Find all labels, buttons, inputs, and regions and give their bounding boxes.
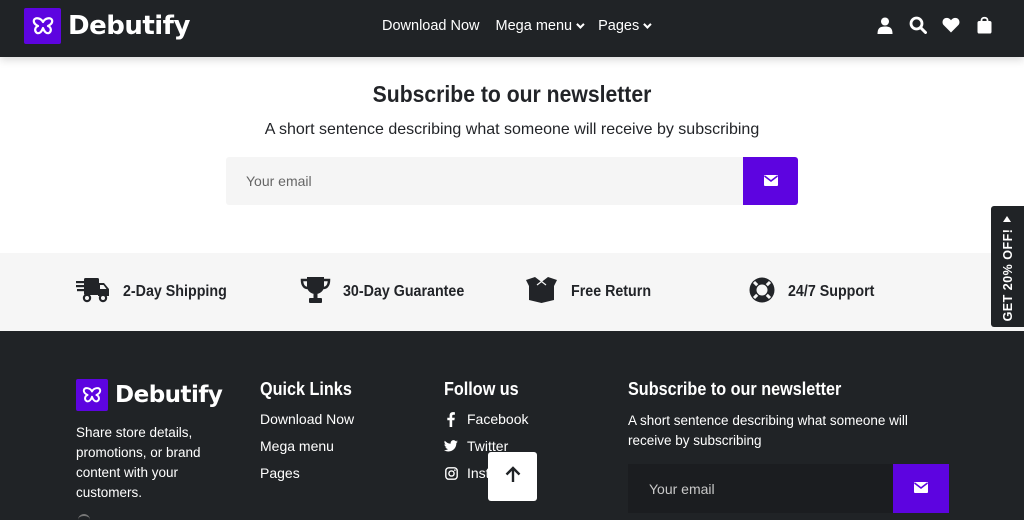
user-icon[interactable]	[875, 14, 895, 36]
search-icon[interactable]	[908, 14, 928, 36]
envelope-icon	[763, 174, 778, 189]
nav-label: Download Now	[382, 18, 480, 34]
features-bar: 2-Day Shipping 30-Day Guarantee Free Ret…	[0, 253, 1024, 331]
twitter-icon	[444, 440, 458, 452]
butterfly-logo-icon	[76, 379, 108, 411]
footer-newsletter-subtitle: A short sentence describing what someone…	[628, 413, 908, 448]
footer-newsletter-title: Subscribe to our newsletter	[628, 379, 842, 399]
instagram-icon	[444, 466, 458, 480]
caret-up-icon	[1003, 216, 1011, 222]
footer-link-download-now[interactable]: Download Now	[260, 411, 354, 427]
facebook-icon	[444, 411, 458, 427]
heart-icon[interactable]	[941, 14, 961, 36]
nav-mega-menu[interactable]: Mega menu	[495, 18, 585, 34]
butterfly-logo-icon	[24, 8, 61, 44]
open-box-icon	[524, 276, 559, 308]
email-input[interactable]	[226, 157, 743, 205]
chevron-down-icon	[643, 20, 652, 29]
footer-description: Share store details, promotions, or bran…	[76, 425, 201, 500]
brand-logo[interactable]: Debutify	[24, 8, 190, 44]
subscribe-button[interactable]	[743, 157, 798, 205]
footer-email-input[interactable]	[628, 464, 893, 513]
footer-brand-name: Debutify	[115, 382, 223, 408]
social-link-facebook[interactable]: Facebook	[444, 411, 528, 427]
back-to-top-button[interactable]	[488, 452, 537, 501]
brand-name: Debutify	[68, 11, 190, 41]
envelope-icon	[914, 481, 928, 496]
quick-links-title: Quick Links	[260, 379, 352, 399]
social-label: Facebook	[467, 411, 529, 427]
feature-support: 24/7 Support	[748, 276, 882, 308]
feature-shipping: 2-Day Shipping	[76, 276, 236, 308]
page: Debutify Download Now Mega menu Pages Su…	[0, 0, 1024, 520]
truck-icon	[76, 276, 111, 308]
discount-side-tab[interactable]: GET 20% OFF!	[991, 206, 1024, 327]
site-header: Debutify Download Now Mega menu Pages	[0, 0, 1024, 57]
feature-label: Free Return	[571, 283, 652, 300]
nav-label: Mega menu	[495, 18, 573, 34]
feature-return: Free Return	[524, 276, 658, 308]
main-nav: Download Now Mega menu Pages	[382, 0, 665, 52]
footer-link-pages[interactable]: Pages	[260, 465, 300, 481]
nav-label: Pages	[598, 18, 640, 34]
arrow-up-icon	[505, 466, 521, 487]
chevron-down-icon	[576, 20, 585, 29]
nav-download-now[interactable]: Download Now	[382, 18, 480, 34]
follow-us-title: Follow us	[444, 379, 519, 399]
feature-label: 24/7 Support	[788, 283, 875, 300]
feature-label: 2-Day Shipping	[123, 283, 227, 300]
newsletter-section: Subscribe to our newsletter A short sent…	[0, 57, 1024, 253]
footer-newsletter-form	[628, 464, 949, 513]
footer-brand-logo[interactable]: Debutify	[76, 379, 223, 411]
footer-subscribe-button[interactable]	[893, 464, 949, 513]
life-ring-icon	[748, 276, 776, 308]
feature-guarantee: 30-Day Guarantee	[300, 276, 475, 308]
newsletter-title: Subscribe to our newsletter	[372, 81, 652, 107]
footer-link-mega-menu[interactable]: Mega menu	[260, 438, 334, 454]
nav-pages[interactable]: Pages	[598, 18, 652, 34]
header-actions	[862, 14, 994, 36]
discount-label: GET 20% OFF!	[1000, 228, 1015, 321]
trophy-icon	[300, 276, 331, 308]
newsletter-subtitle: A short sentence describing what someone…	[264, 121, 760, 138]
shopping-bag-icon[interactable]	[974, 14, 994, 36]
feature-label: 30-Day Guarantee	[343, 283, 465, 300]
newsletter-form	[226, 157, 798, 205]
partial-icon	[78, 514, 90, 520]
